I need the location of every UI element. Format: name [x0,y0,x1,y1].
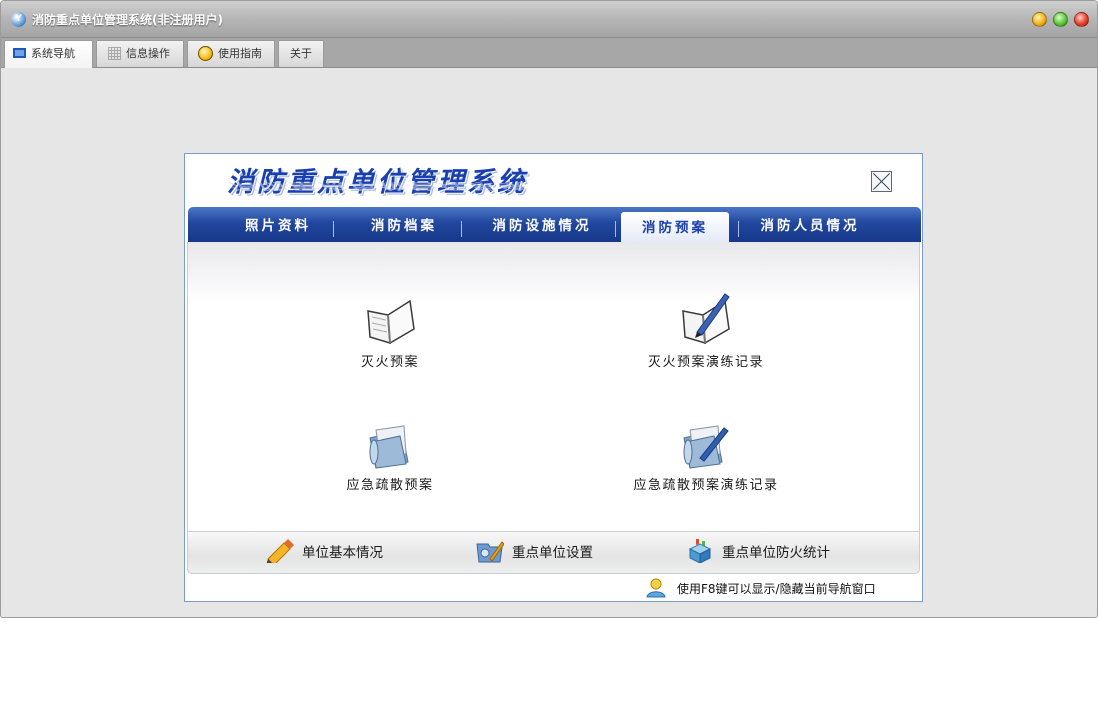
grid-icon [108,46,121,60]
chart-cube-icon [688,539,712,563]
item-label: 灭火预案 [360,355,419,370]
panel-brand-reflection: 消防重点单位管理系统 [227,180,527,192]
tab-separator [738,221,739,237]
shortcut-label: 重点单位防火统计 [722,545,830,561]
tab-about[interactable]: 关于 [278,40,324,67]
tab-separator [615,221,616,237]
open-book-icon [367,299,415,345]
shortcut-label: 重点单位设置 [512,545,593,561]
info-ball-icon [198,45,213,61]
folder-tools-icon [476,541,504,563]
tab-user-guide[interactable]: 使用指南 [187,40,275,67]
tab-label: 使用指南 [218,47,262,60]
key-unit-fire-stats-link[interactable]: 重点单位防火统计 [686,539,830,566]
close-window-button[interactable] [1074,12,1089,27]
monitor-icon [13,48,26,58]
window-title: 消防重点单位管理系统(非注册用户) [32,13,223,27]
evacuation-plan-drill-item[interactable]: 应急疏散预案演练记录 [606,424,806,493]
tab-fire-facilities[interactable]: 消防设施情况 [477,207,607,242]
key-unit-settings-link[interactable]: 重点单位设置 [476,540,593,566]
scroll-folder-pen-icon [683,425,729,469]
tab-system-nav[interactable]: 系统导航 [4,40,93,68]
main-tab-bar: 系统导航 信息操作 使用指南 关于 [1,38,1097,68]
tab-separator [333,221,334,237]
f8-hint: 使用F8键可以显示/隐藏当前导航窗口 [645,578,876,600]
item-label: 应急疏散预案演练记录 [633,478,779,493]
fire-plan-item[interactable]: 灭火预案 [290,295,490,370]
fire-plan-drill-item[interactable]: 灭火预案演练记录 [606,292,806,370]
tab-photos[interactable]: 照片资料 [224,207,332,242]
tab-fire-archives[interactable]: 消防档案 [350,207,458,242]
item-label: 应急疏散预案 [346,478,434,493]
tab-fire-plans[interactable]: 消防预案 [621,212,729,242]
scroll-folder-icon [369,425,409,469]
maximize-button[interactable] [1053,12,1068,27]
tab-separator [461,221,462,237]
book-with-pen-icon [682,293,730,345]
tab-fire-personnel[interactable]: 消防人员情况 [750,207,870,242]
tab-label: 信息操作 [126,47,170,60]
tab-info-operation[interactable]: 信息操作 [96,40,184,67]
hint-text: 使用F8键可以显示/隐藏当前导航窗口 [677,582,876,596]
item-label: 灭火预案演练记录 [647,355,764,370]
minimize-button[interactable] [1032,12,1047,27]
tab-label: 系统导航 [31,47,75,60]
tab-content: 灭火预案 灭火预案演练记录 应急疏散预案 应急疏散预案演练记录 [187,242,920,532]
tab-label: 关于 [290,47,312,60]
evacuation-plan-item[interactable]: 应急疏散预案 [290,424,490,493]
app-logo-icon: Y [11,12,26,27]
pencil-icon [266,539,294,563]
close-panel-button[interactable] [871,171,892,192]
shortcut-label: 单位基本情况 [302,545,383,561]
unit-basic-info-link[interactable]: 单位基本情况 [266,539,383,566]
panel-tab-bar: 照片资料 消防档案 消防设施情况 消防预案 消防人员情况 [188,207,921,242]
user-tip-icon [646,578,666,597]
navigation-panel: 消防重点单位管理系统 消防重点单位管理系统 照片资料 消防档案 消防设施情况 消… [184,153,923,602]
bottom-shortcut-bar: 单位基本情况 重点单位设置 重点单位防火统计 [187,532,920,574]
title-bar[interactable]: Y 消防重点单位管理系统(非注册用户) [1,1,1097,38]
